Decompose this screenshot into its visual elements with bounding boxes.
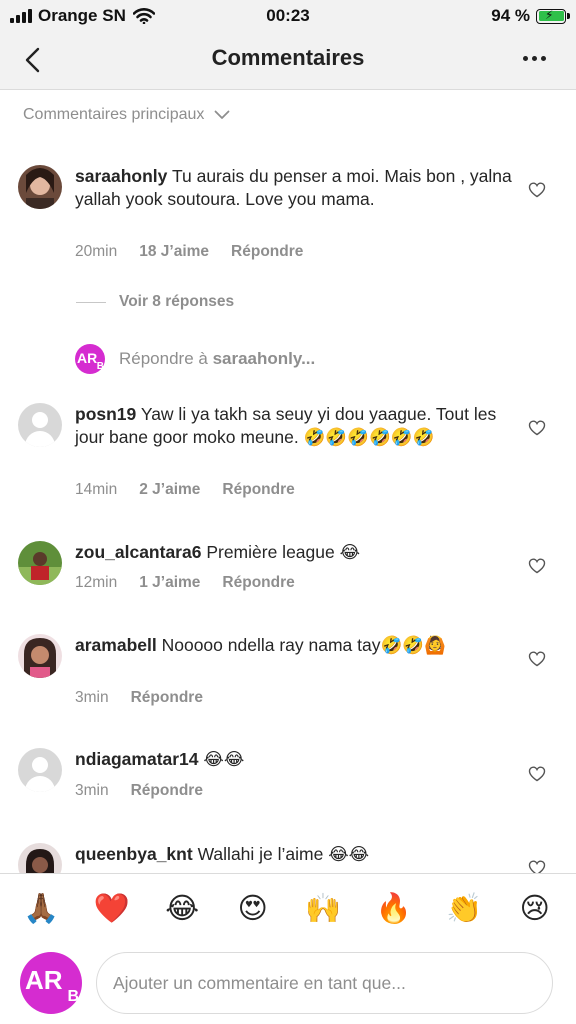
reply-button[interactable]: Répondre [231, 243, 303, 261]
comment-input-row: AR B Ajouter un commentaire en tant que.… [0, 943, 576, 1024]
comment-input-placeholder: Ajouter un commentaire en tant que... [113, 972, 406, 993]
reply-to-prefix: Répondre à [119, 349, 208, 368]
comment-username[interactable]: saraahonly [75, 166, 167, 186]
emoji-heart-eyes-button[interactable]: 😍 [233, 891, 273, 926]
user-avatar: AR B [20, 952, 82, 1014]
filter-label: Commentaires principaux [23, 106, 205, 123]
comment-content: Yaw li ya takh sa seuy yi dou yaague. To… [75, 404, 497, 447]
comment-meta: 20min 18 J’aime Répondre [75, 243, 303, 261]
emoji-fire-button[interactable]: 🔥 [374, 892, 414, 926]
reply-to-text: Répondre à saraahonly... [119, 349, 315, 369]
comment-text: posn19 Yaw li ya takh sa seuy yi dou yaa… [75, 403, 515, 449]
avatar-initials: AR [25, 965, 63, 995]
emoji-laugh-button[interactable]: 😂 [162, 891, 202, 926]
emoji-clap-button[interactable]: 👏 [444, 892, 484, 926]
nav-bar: Commentaires [0, 30, 576, 90]
comment-content: Wallahi je l’aime 😂😂 [197, 844, 370, 864]
avatar-initials-sub: B [96, 361, 104, 372]
comment-username[interactable]: queenbya_knt [75, 844, 193, 864]
reply-button[interactable]: Répondre [131, 782, 203, 800]
comment-username[interactable]: posn19 [75, 404, 136, 424]
comment-meta: 3min Répondre [75, 782, 203, 800]
comment-username[interactable]: aramabell [75, 635, 157, 655]
comment-meta: 14min 2 J’aime Répondre [75, 481, 295, 499]
comment-text: saraahonly Tu aurais du penser a moi. Ma… [75, 165, 515, 211]
reply-to-username: saraahonly... [212, 349, 316, 368]
comment-username[interactable]: zou_alcantara6 [75, 542, 201, 562]
like-heart-icon[interactable] [528, 766, 546, 782]
view-replies-button[interactable]: Voir 8 réponses [119, 293, 234, 311]
reply-button[interactable]: Répondre [222, 481, 294, 499]
comment-content: 😂😂 [203, 749, 245, 769]
comment-time: 14min [75, 481, 118, 498]
status-time: 00:23 [266, 6, 310, 25]
comment-likes[interactable]: 1 J’aime [139, 574, 200, 592]
like-heart-icon[interactable] [528, 420, 546, 436]
comment-filter-dropdown[interactable]: Commentaires principaux [23, 106, 230, 124]
emoji-cry-button[interactable]: 😢 [515, 891, 555, 926]
like-heart-icon[interactable] [528, 558, 546, 574]
comment-text: ndiagamatar14 😂😂 [75, 748, 515, 771]
reply-to-row[interactable]: AR B Répondre à saraahonly... [75, 344, 315, 374]
comment-content: Première league 😂 [206, 542, 361, 562]
like-heart-icon[interactable] [528, 182, 546, 198]
comment-input[interactable]: Ajouter un commentaire en tant que... [96, 952, 553, 1014]
avatar-initials-sub: B [67, 988, 79, 1005]
comment-text: aramabell Nooooo ndella ray nama tay🤣🤣🙆 [75, 634, 515, 657]
status-bar: Orange SN 00:23 94 % ⚡ [0, 0, 576, 30]
comment-meta: 3min Répondre [75, 689, 203, 707]
comment-time: 3min [75, 689, 109, 706]
comment-username[interactable]: ndiagamatar14 [75, 749, 199, 769]
chevron-down-icon [215, 110, 230, 119]
emoji-quick-bar: 🙏🏾 ❤️ 😂 😍 🙌 🔥 👏 😢 [0, 873, 576, 943]
comment-likes[interactable]: 18 J’aime [139, 243, 209, 261]
battery-percent: 94 % [491, 6, 530, 25]
comment-time: 12min [75, 574, 118, 591]
comment-time: 3min [75, 782, 109, 799]
emoji-heart-button[interactable]: ❤️ [92, 892, 132, 926]
page-title: Commentaires [211, 45, 365, 70]
comment-likes[interactable]: 2 J’aime [139, 481, 200, 499]
comment-content: Nooooo ndella ray nama tay🤣🤣🙆 [161, 635, 446, 655]
like-heart-icon[interactable] [528, 651, 546, 667]
comment-time: 20min [75, 243, 118, 260]
avatar[interactable] [18, 748, 62, 792]
comment-text: zou_alcantara6 Première league 😂 [75, 541, 515, 564]
avatar[interactable] [18, 165, 62, 209]
status-right: 94 % ⚡ [491, 6, 570, 26]
avatar[interactable] [18, 541, 62, 585]
emoji-pray-button[interactable]: 🙏🏾 [21, 892, 61, 926]
avatar[interactable] [18, 634, 62, 678]
more-options-icon[interactable] [523, 56, 546, 61]
replies-divider [76, 302, 106, 303]
avatar[interactable] [18, 403, 62, 447]
battery-icon: ⚡ [536, 8, 570, 24]
comment-meta: 12min 1 J’aime Répondre [75, 574, 295, 592]
avatar-initials: AR [77, 350, 98, 366]
user-avatar-small: AR B [75, 344, 105, 374]
reply-button[interactable]: Répondre [222, 574, 294, 592]
reply-button[interactable]: Répondre [131, 689, 203, 707]
emoji-raised-hands-button[interactable]: 🙌 [303, 892, 343, 926]
comment-text: queenbya_knt Wallahi je l’aime 😂😂 [75, 843, 515, 866]
